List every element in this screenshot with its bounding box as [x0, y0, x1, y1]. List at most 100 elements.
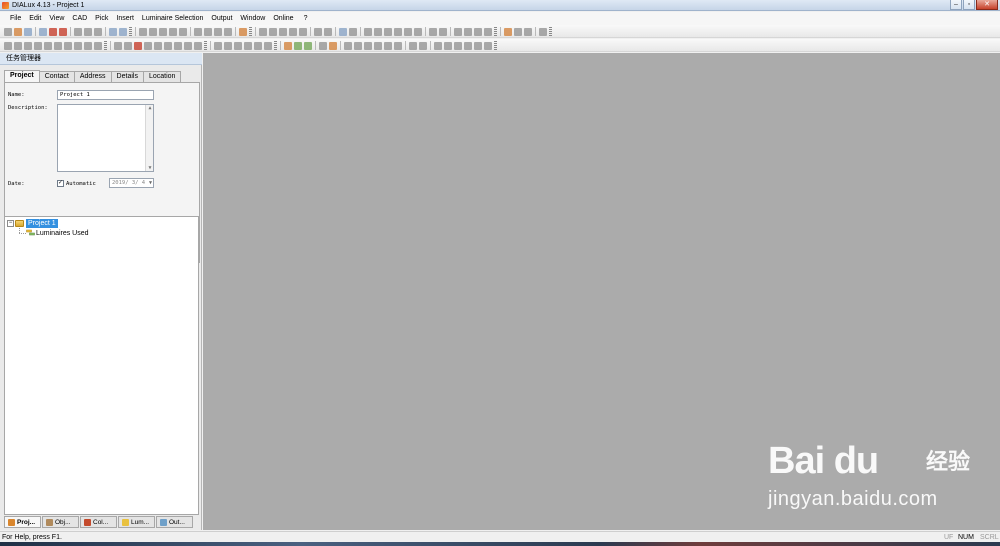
toolbar-tool-icon[interactable] — [14, 27, 22, 36]
tab-location[interactable]: Location — [142, 71, 182, 82]
toolbar-tool-icon[interactable] — [184, 41, 192, 50]
tab-project[interactable]: Project — [4, 70, 40, 82]
maximize-button[interactable]: ▫ — [963, 0, 975, 10]
toolbar-tool-icon[interactable] — [84, 41, 92, 50]
menu-file[interactable]: File — [6, 13, 25, 24]
menu-view[interactable]: View — [45, 13, 68, 24]
menu-output[interactable]: Output — [207, 13, 236, 24]
toolbar-tool-icon[interactable] — [224, 41, 232, 50]
cad-workspace[interactable]: Bai du 经验 jingyan.baidu.com — [203, 53, 1000, 530]
toolbar-tool-icon[interactable] — [84, 27, 92, 36]
toolbar-tool-icon[interactable] — [524, 27, 532, 36]
menu-online[interactable]: Online — [269, 13, 297, 24]
description-scrollbar[interactable]: ▲ ▼ — [145, 105, 153, 171]
toolbar-tool-icon[interactable] — [169, 27, 177, 36]
toolbar-tool-icon[interactable] — [279, 27, 287, 36]
toolbar-tool-icon[interactable] — [74, 41, 82, 50]
toolbar-tool-icon[interactable] — [409, 41, 417, 50]
toolbar-tool-icon[interactable] — [314, 27, 322, 36]
toolbar-tool-icon[interactable] — [484, 41, 492, 50]
toolbar-tool-icon[interactable] — [319, 41, 327, 50]
menu-help[interactable]: ? — [298, 13, 312, 24]
toolbar-tool-icon[interactable] — [154, 41, 162, 50]
menu-luminaire-selection[interactable]: Luminaire Selection — [138, 13, 207, 24]
toolbar-tool-icon[interactable] — [474, 41, 482, 50]
scroll-up-icon[interactable]: ▲ — [147, 105, 153, 111]
tab-details[interactable]: Details — [110, 71, 144, 82]
toolbar-tool-icon[interactable] — [49, 27, 57, 36]
toolbar-tool-icon[interactable] — [24, 27, 32, 36]
toolbar-tool-icon[interactable] — [54, 41, 62, 50]
bottom-tab-colors[interactable]: Col... — [80, 516, 117, 528]
toolbar-tool-icon[interactable] — [384, 41, 392, 50]
toolbar-tool-icon[interactable] — [134, 41, 142, 50]
toolbar-tool-icon[interactable] — [259, 27, 267, 36]
menu-insert[interactable]: Insert — [112, 13, 138, 24]
toolbar-tool-icon[interactable] — [39, 27, 47, 36]
toolbar-tool-icon[interactable] — [394, 27, 402, 36]
toolbar-tool-icon[interactable] — [4, 27, 12, 36]
bottom-tab-project[interactable]: Proj... — [4, 516, 41, 528]
toolbar-grip[interactable] — [104, 41, 107, 50]
toolbar-tool-icon[interactable] — [239, 27, 247, 36]
bottom-tab-output[interactable]: Out... — [156, 516, 193, 528]
toolbar-tool-icon[interactable] — [464, 41, 472, 50]
toolbar-tool-icon[interactable] — [539, 27, 547, 36]
toolbar-tool-icon[interactable] — [419, 41, 427, 50]
toolbar-grip[interactable] — [494, 27, 497, 36]
toolbar-tool-icon[interactable] — [484, 27, 492, 36]
toolbar-tool-icon[interactable] — [349, 27, 357, 36]
toolbar-tool-icon[interactable] — [464, 27, 472, 36]
toolbar-tool-icon[interactable] — [289, 27, 297, 36]
toolbar-tool-icon[interactable] — [294, 41, 302, 50]
toolbar-tool-icon[interactable] — [174, 41, 182, 50]
toolbar-tool-icon[interactable] — [119, 27, 127, 36]
bottom-tab-luminaires[interactable]: Lum... — [118, 516, 155, 528]
name-field[interactable]: Project 1 — [57, 90, 154, 100]
menu-window[interactable]: Window — [236, 13, 269, 24]
toolbar-tool-icon[interactable] — [214, 27, 222, 36]
toolbar-tool-icon[interactable] — [384, 27, 392, 36]
toolbar-tool-icon[interactable] — [454, 41, 462, 50]
toolbar-tool-icon[interactable] — [514, 27, 522, 36]
toolbar-tool-icon[interactable] — [34, 41, 42, 50]
toolbar-tool-icon[interactable] — [214, 41, 222, 50]
tab-contact[interactable]: Contact — [38, 71, 75, 82]
toolbar-tool-icon[interactable] — [394, 41, 402, 50]
toolbar-grip[interactable] — [494, 41, 497, 50]
toolbar-tool-icon[interactable] — [439, 27, 447, 36]
toolbar-tool-icon[interactable] — [144, 41, 152, 50]
toolbar-tool-icon[interactable] — [504, 27, 512, 36]
toolbar-tool-icon[interactable] — [94, 41, 102, 50]
toolbar-tool-icon[interactable] — [4, 41, 12, 50]
menu-edit[interactable]: Edit — [25, 13, 45, 24]
toolbar-tool-icon[interactable] — [139, 27, 147, 36]
bottom-tab-objects[interactable]: Obj... — [42, 516, 79, 528]
tab-address[interactable]: Address — [73, 71, 112, 82]
toolbar-tool-icon[interactable] — [404, 27, 412, 36]
toolbar-tool-icon[interactable] — [364, 41, 372, 50]
toolbar-tool-icon[interactable] — [59, 27, 67, 36]
toolbar-tool-icon[interactable] — [74, 27, 82, 36]
toolbar-tool-icon[interactable] — [44, 41, 52, 50]
automatic-checkbox[interactable]: ✓ — [57, 180, 64, 187]
toolbar-grip[interactable] — [274, 41, 277, 50]
tree-node-project[interactable]: Project 1 — [26, 219, 58, 228]
toolbar-tool-icon[interactable] — [304, 41, 312, 50]
menu-pick[interactable]: Pick — [91, 13, 112, 24]
toolbar-tool-icon[interactable] — [14, 41, 22, 50]
toolbar-tool-icon[interactable] — [324, 27, 332, 36]
toolbar-tool-icon[interactable] — [124, 41, 132, 50]
toolbar-grip[interactable] — [249, 27, 252, 36]
toolbar-grip[interactable] — [549, 27, 552, 36]
close-button[interactable]: ✕ — [976, 0, 998, 10]
toolbar-tool-icon[interactable] — [374, 27, 382, 36]
toolbar-tool-icon[interactable] — [244, 41, 252, 50]
date-picker[interactable]: 2019/ 3/ 4 ▼ — [109, 178, 154, 188]
toolbar-grip[interactable] — [129, 27, 132, 36]
toolbar-tool-icon[interactable] — [339, 27, 347, 36]
toolbar-tool-icon[interactable] — [364, 27, 372, 36]
toolbar-tool-icon[interactable] — [234, 41, 242, 50]
dialux-app-icon[interactable] — [2, 2, 9, 9]
toolbar-tool-icon[interactable] — [24, 41, 32, 50]
